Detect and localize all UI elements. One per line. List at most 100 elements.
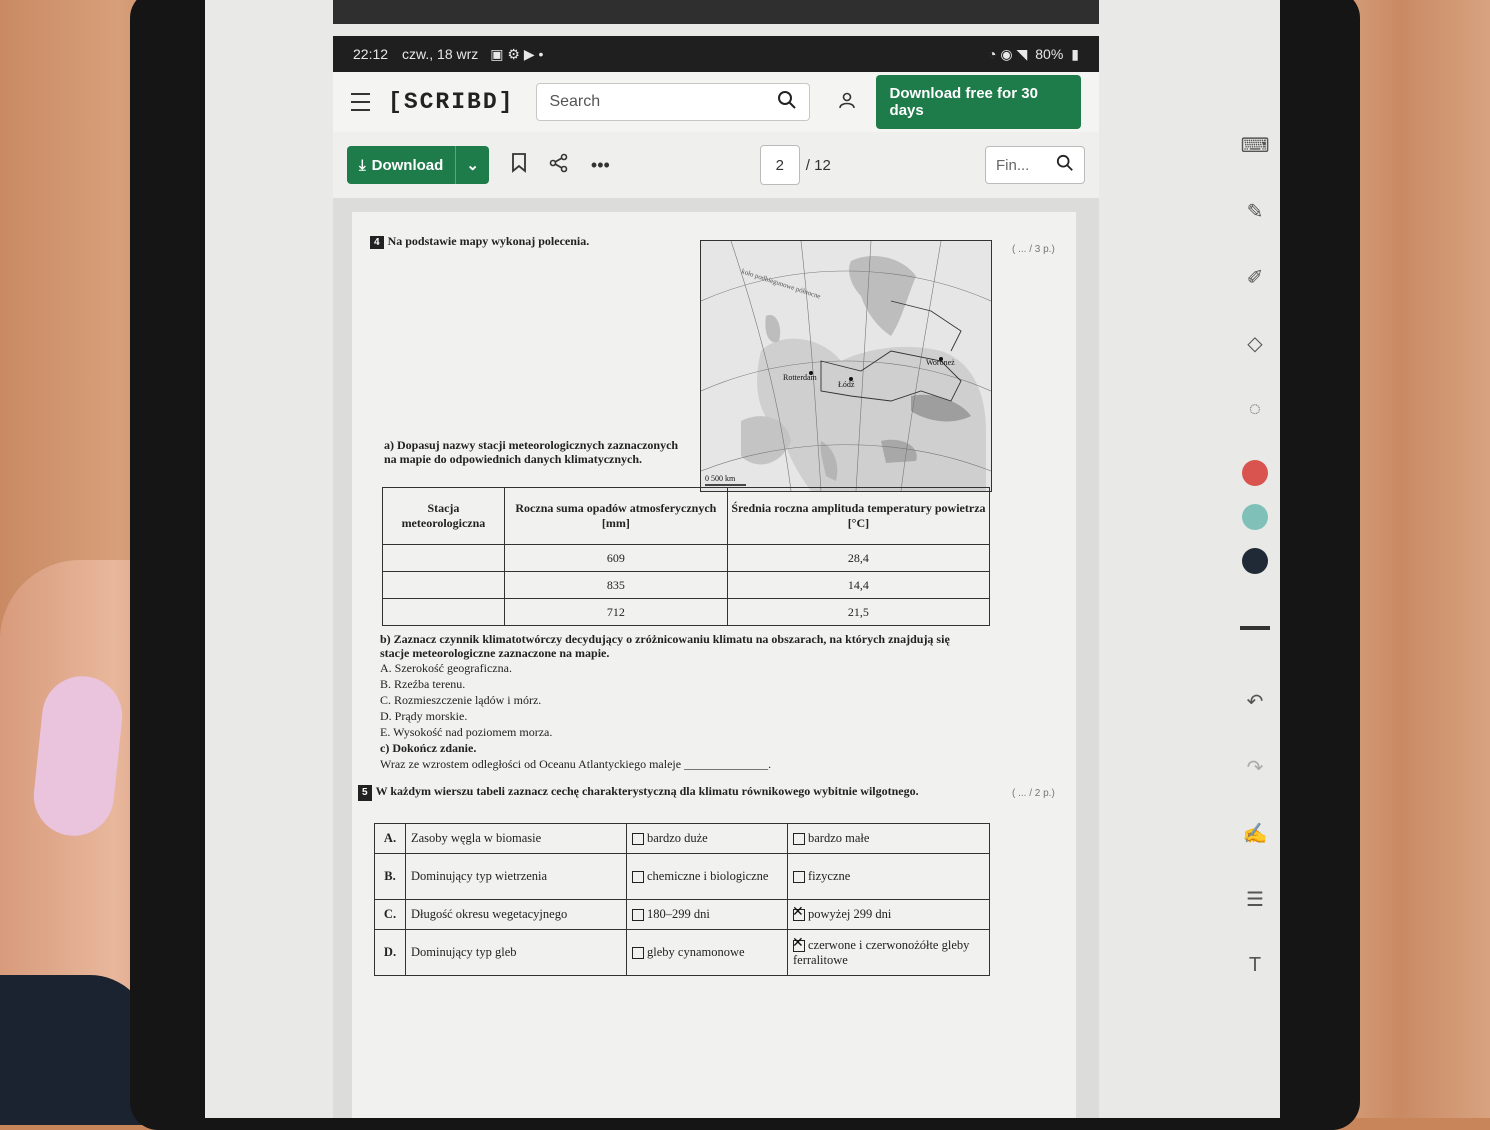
map-scale-label: 0 500 km [705, 474, 736, 483]
q4-part-b: b) Zaznacz czynnik klimatotwórczy decydu… [380, 632, 950, 660]
checkbox[interactable] [632, 871, 644, 884]
download-options-chevron-icon[interactable]: ⌄ [456, 156, 489, 174]
eraser-icon[interactable]: ◇ [1240, 328, 1270, 358]
option-d[interactable]: D. Prądy morskie. [380, 708, 771, 724]
download-button[interactable]: ⤓ Download [347, 146, 457, 184]
pen-icon[interactable]: ✎ [1240, 196, 1270, 226]
document-page: 4 Na podstawie mapy wykonaj polecenia. ( … [352, 212, 1076, 1118]
highlighter-icon[interactable]: ✐ [1240, 262, 1270, 292]
q5-number: 5 [358, 785, 372, 801]
option-cell[interactable]: fizyczne [787, 853, 990, 900]
search-icon[interactable] [777, 90, 797, 115]
download-label: Download [371, 156, 444, 174]
table-row: B. Dominujący typ wietrzenia chemiczne i… [374, 853, 990, 900]
annotation-sidebar: ⌨ ✎ ✐ ◇ ◌ ↶ ↷ ✍ ☰ T [1225, 130, 1285, 1120]
status-bar: 22:12 czw., 18 wrz ▣ ⚙ ▶ • ◔ ◉ ◥ 80% ▮ [333, 36, 1099, 72]
table-row: 835 14,4 [382, 571, 991, 599]
map-label-lodz: Łódź [838, 380, 855, 389]
row-letter: C. [374, 899, 406, 930]
option-cell[interactable]: bardzo duże [626, 823, 788, 854]
station-cell[interactable] [382, 571, 505, 599]
total-pages: / 12 [805, 156, 831, 174]
option-b[interactable]: B. Rzeźba terenu. [380, 676, 771, 692]
more-options-icon[interactable]: ••• [591, 155, 610, 176]
search-input[interactable]: Search [536, 83, 810, 121]
table-row: C. Długość okresu wegetacyjnego 180–299 … [374, 899, 990, 930]
redo-icon[interactable]: ↷ [1240, 752, 1270, 782]
option-cell[interactable]: 180–299 dni [626, 899, 788, 930]
checked-checkbox[interactable] [792, 935, 805, 952]
table-header: Stacja meteorologiczna [382, 487, 505, 545]
option-text: chemiczne i biologiczne [647, 869, 769, 883]
text-align-icon[interactable]: ☰ [1240, 884, 1270, 914]
amplitude-cell: 28,4 [726, 544, 991, 572]
map-label-woronez: Woroneż [926, 358, 955, 367]
option-cell[interactable]: chemiczne i biologiczne [626, 853, 788, 900]
keyboard-icon[interactable]: ⌨ [1240, 130, 1270, 160]
equatorial-climate-table: A. Zasoby węgla w biomasie bardzo duże b… [374, 823, 990, 976]
table-row: 712 21,5 [382, 598, 991, 626]
q4-title: Na podstawie mapy wykonaj polecenia. [387, 234, 590, 248]
checkbox[interactable] [632, 947, 644, 960]
station-cell[interactable] [382, 544, 505, 572]
option-cell[interactable]: czerwone i czerwonożółte gleby ferralito… [787, 929, 990, 976]
color-teal-swatch[interactable] [1242, 504, 1268, 530]
map-label-rotterdam: Rotterdam [783, 373, 818, 382]
signal-icon: ◔ ◉ ◥ [988, 45, 1028, 62]
option-c[interactable]: C. Rozmieszczenie lądów i mórz. [380, 692, 771, 708]
q4-heading: 4 Na podstawie mapy wykonaj polecenia. [370, 234, 589, 249]
page-number-input[interactable]: 2 [759, 145, 800, 185]
checkbox[interactable] [793, 871, 805, 884]
page-navigator: 2 / 12 [759, 145, 831, 185]
q4-b-options: A. Szerokość geograficzna. B. Rzeźba ter… [380, 660, 771, 772]
row-feature: Zasoby węgla w biomasie [405, 823, 627, 854]
option-cell[interactable]: bardzo małe [787, 823, 990, 854]
row-feature: Dominujący typ gleb [405, 929, 627, 976]
mirrored-phone-topbar [333, 0, 1099, 24]
checked-checkbox[interactable] [792, 904, 805, 922]
scribd-logo[interactable]: [SCRIBD] [388, 89, 514, 115]
precipitation-cell: 712 [503, 598, 728, 626]
color-dark-swatch[interactable] [1242, 548, 1268, 574]
table-row: 609 28,4 [382, 544, 991, 572]
menu-icon[interactable] [351, 93, 371, 111]
option-text: gleby cynamonowe [647, 945, 745, 959]
option-text: bardzo małe [808, 831, 870, 845]
download-free-button[interactable]: Download free for 30 days [875, 75, 1082, 129]
amplitude-cell: 14,4 [726, 571, 991, 599]
table-row: A. Zasoby węgla w biomasie bardzo duże b… [374, 823, 990, 854]
station-cell[interactable] [382, 598, 505, 626]
q5-title: W każdym wierszu tabeli zaznacz cechę ch… [375, 784, 919, 798]
option-cell[interactable]: powyżej 299 dni [787, 899, 990, 930]
text-style-icon[interactable]: T [1240, 950, 1270, 980]
find-in-document-input[interactable]: Fin... [985, 146, 1085, 184]
option-e[interactable]: E. Wysokość nad poziomem morza. [380, 724, 771, 740]
q4-part-a: a) Dopasuj nazwy stacji meteorologicznyc… [384, 438, 679, 466]
table-header: Średnia roczna amplituda temperatury pow… [726, 487, 991, 545]
share-icon[interactable] [549, 153, 569, 178]
find-search-icon[interactable] [1056, 154, 1074, 176]
europe-map: koło podbiegunowe północne Rotterdam Łód… [700, 240, 992, 492]
table-row: D. Dominujący typ gleb gleby cynamonowe … [374, 929, 990, 976]
bookmark-icon[interactable] [511, 152, 527, 178]
checkbox[interactable] [632, 833, 644, 846]
handwriting-text-icon[interactable]: ✍ [1240, 818, 1270, 848]
q5-heading: 5W każdym wierszu tabeli zaznacz cechę c… [358, 784, 958, 801]
lasso-icon[interactable]: ◌ [1240, 394, 1270, 424]
user-icon[interactable] [838, 91, 856, 114]
color-red-swatch[interactable] [1242, 460, 1268, 486]
stroke-width-icon[interactable] [1240, 626, 1270, 630]
download-icon: ⤓ [359, 156, 366, 174]
q4-part-c-sentence[interactable]: Wraz ze wzrostem odległości od Oceanu At… [380, 756, 771, 772]
q4-number: 4 [370, 236, 384, 249]
checkbox[interactable] [632, 909, 644, 922]
option-text: 180–299 dni [647, 907, 710, 921]
row-feature: Dominujący typ wietrzenia [405, 853, 627, 900]
q5-points: ( ... / 2 p.) [1012, 788, 1055, 799]
checkbox[interactable] [793, 833, 805, 846]
option-text: bardzo duże [647, 831, 708, 845]
option-a[interactable]: A. Szerokość geograficzna. [380, 660, 771, 676]
option-cell[interactable]: gleby cynamonowe [626, 929, 788, 976]
amplitude-cell: 21,5 [726, 598, 991, 626]
undo-icon[interactable]: ↶ [1240, 686, 1270, 716]
